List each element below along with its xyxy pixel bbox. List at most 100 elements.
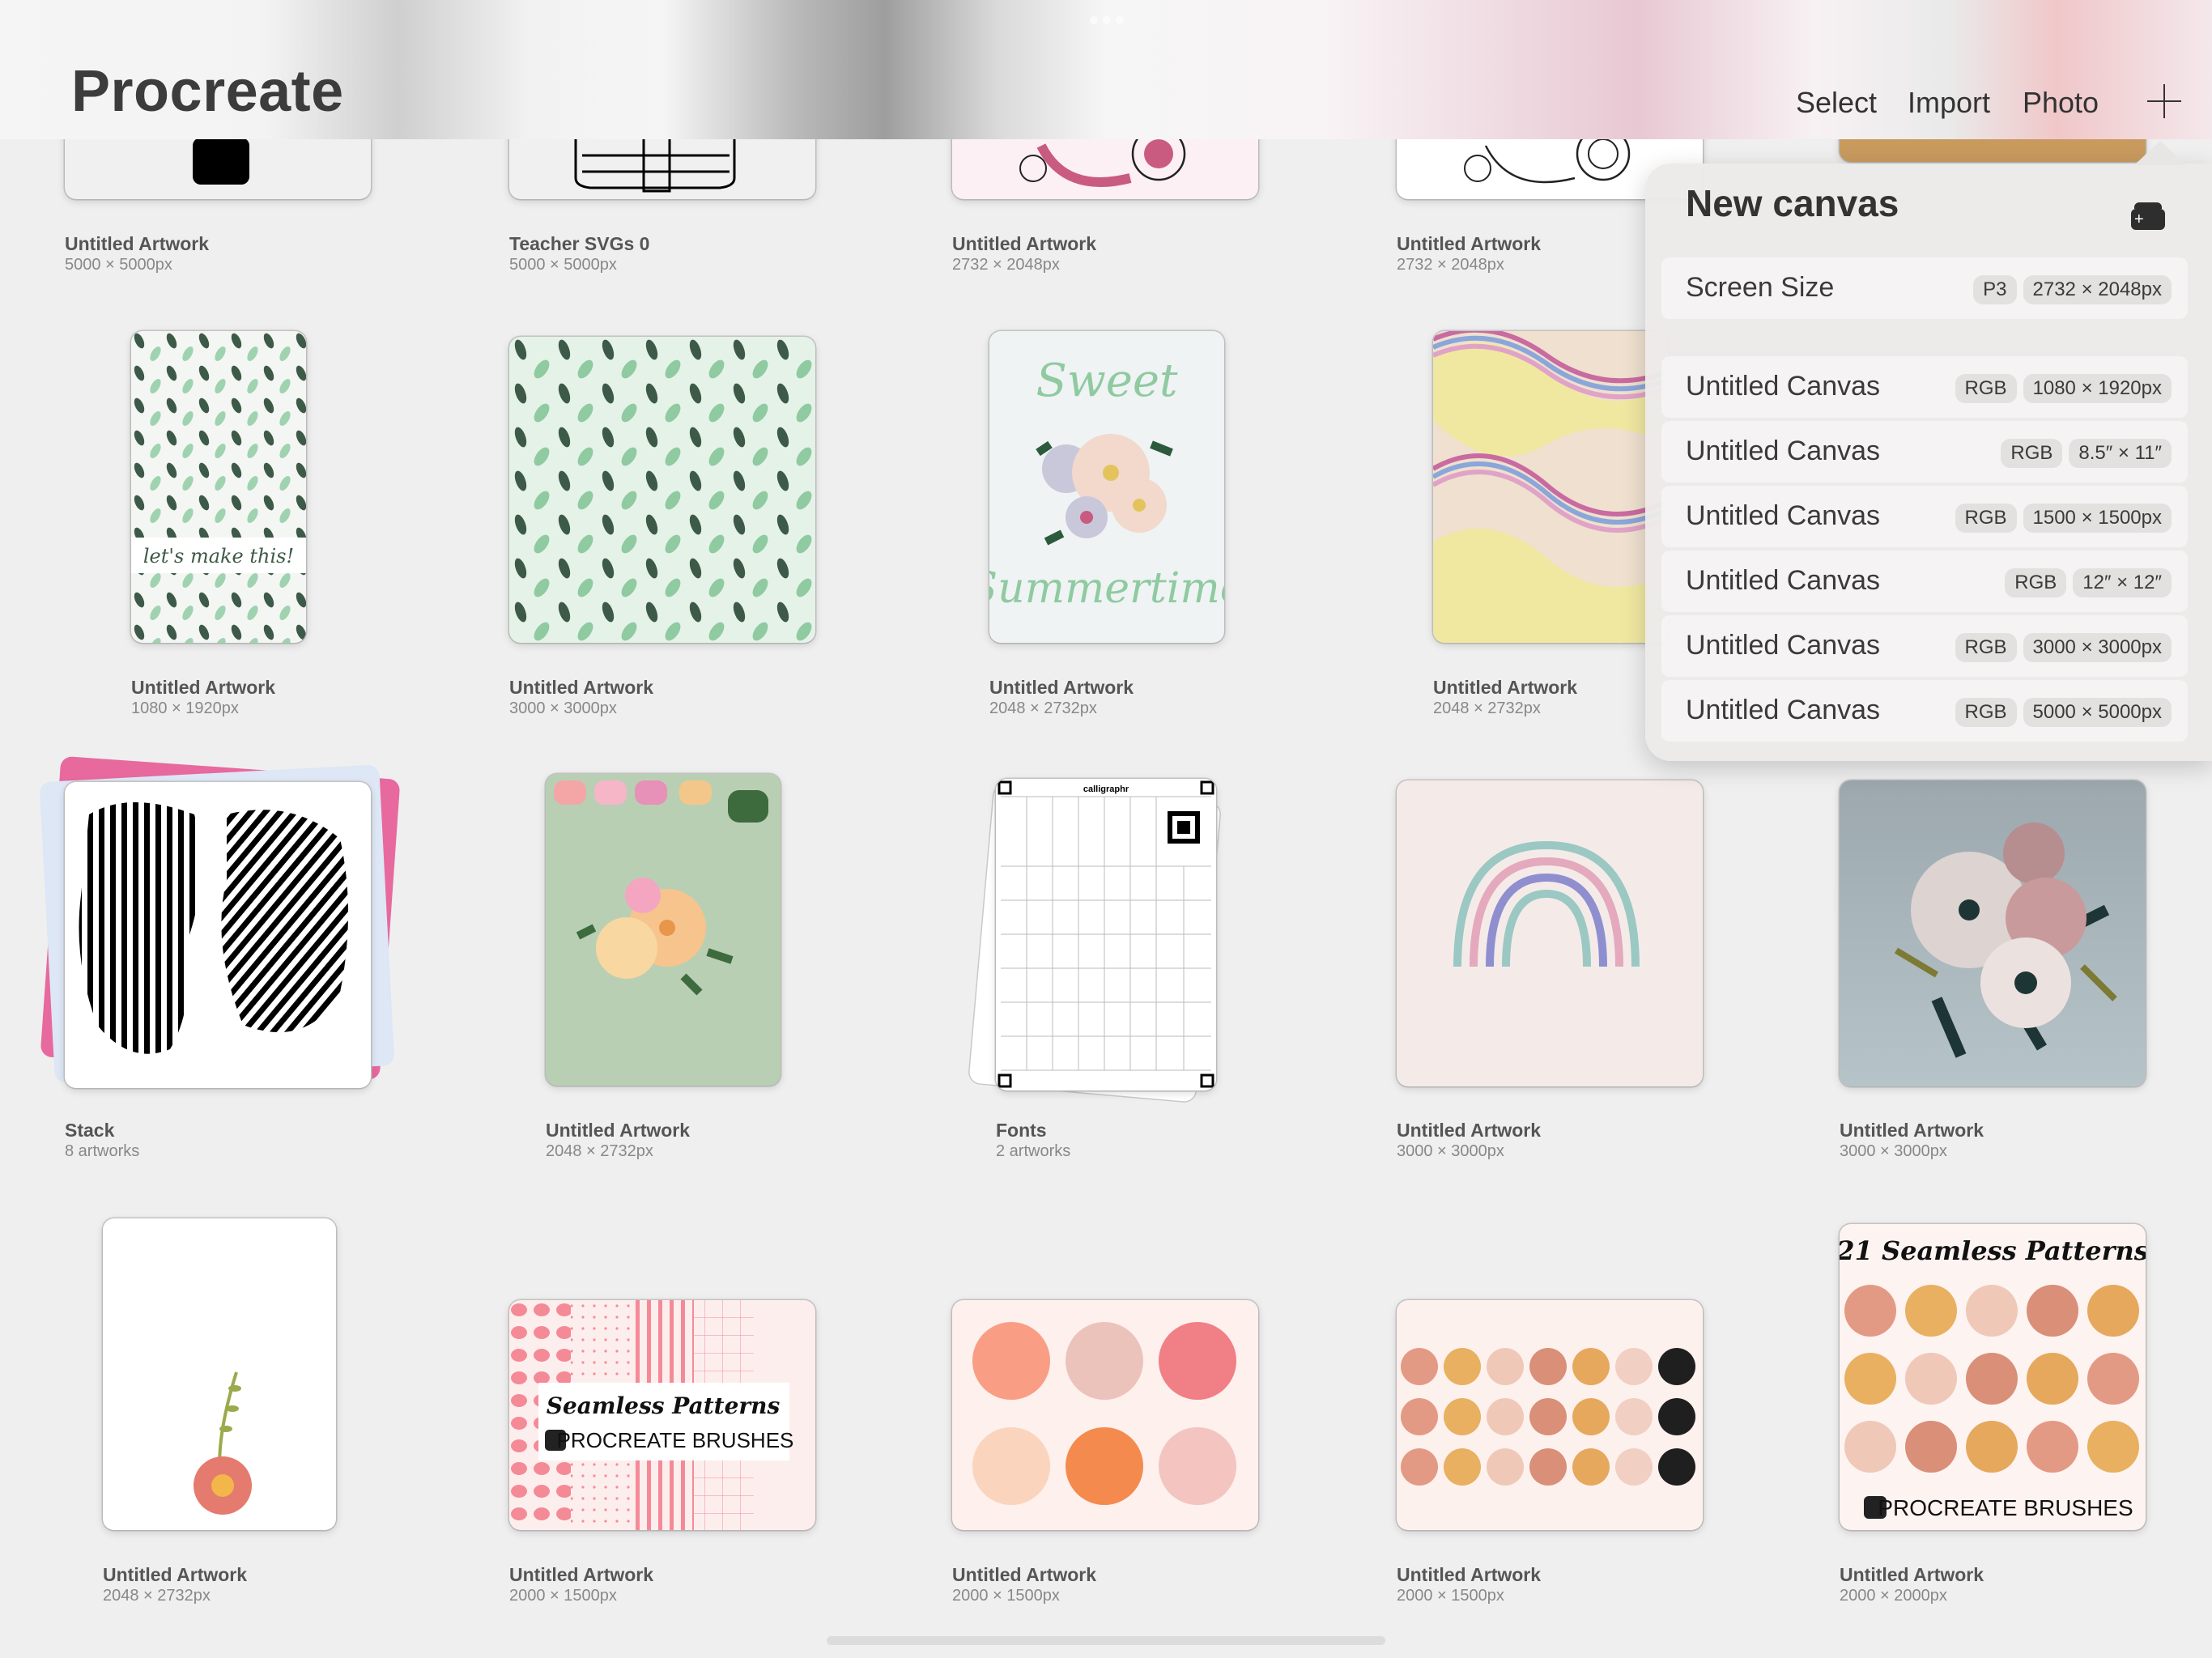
color-profile-tag: RGB — [1955, 698, 2017, 727]
preset-name: Untitled Canvas — [1686, 500, 1881, 531]
preset-name: Untitled Canvas — [1686, 695, 1881, 725]
artwork-thumbnail[interactable]: 21 Seamless Patterns PROCREATE BRUSHES — [1840, 1224, 2146, 1530]
pattern-swatch — [1658, 1348, 1695, 1385]
color-profile-tag: RGB — [1955, 504, 2017, 533]
pattern-swatch — [1487, 1398, 1524, 1435]
pattern-swatch — [1658, 1448, 1695, 1486]
artwork-size: 5000 × 5000px — [509, 256, 617, 274]
size-tag: 8.5″ × 11″ — [2069, 439, 2172, 468]
pattern-swatch — [1905, 1421, 1957, 1473]
artwork-title: Untitled Artwork — [952, 233, 1097, 254]
scroll-indicator[interactable] — [827, 1636, 1385, 1645]
thumbnail-text: calligraphr — [1083, 784, 1129, 794]
pattern-swatch — [1401, 1398, 1438, 1435]
artwork-thumbnail[interactable] — [1397, 780, 1703, 1086]
artwork-title: Teacher SVGs 0 — [509, 233, 650, 254]
artwork-title: Untitled Artwork — [1397, 1564, 1542, 1585]
color-profile-tag: RGB — [2001, 439, 2063, 468]
select-button[interactable]: Select — [1796, 86, 1877, 120]
pattern-swatch — [1844, 1285, 1896, 1337]
artwork-thumbnail[interactable]: let's make this! — [131, 331, 306, 643]
pattern-swatch — [1487, 1448, 1524, 1486]
thumbnail-text: let's make this! — [143, 545, 294, 568]
artwork-thumbnail[interactable] — [546, 774, 781, 1086]
color-profile-tag: RGB — [1955, 374, 2017, 403]
pattern-swatch — [1401, 1348, 1438, 1385]
plus-icon[interactable] — [2147, 84, 2181, 118]
pattern-swatch — [2087, 1285, 2139, 1337]
popover-arrow — [2134, 141, 2186, 165]
artwork-size: 2000 × 2000px — [1840, 1587, 1947, 1605]
canvas-preset[interactable]: Untitled Canvas RGB 8.5″ × 11″ — [1661, 421, 2188, 483]
canvas-preset[interactable]: Untitled Canvas RGB 1080 × 1920px — [1661, 356, 2188, 418]
preset-name: Untitled Canvas — [1686, 371, 1881, 402]
stack-title: Stack — [65, 1120, 115, 1141]
artwork-size: 2000 × 1500px — [509, 1587, 617, 1605]
artwork-thumbnail[interactable]: Sweet Summertime — [989, 331, 1224, 643]
artwork-size: 2000 × 1500px — [952, 1587, 1060, 1605]
canvas-preset[interactable]: Untitled Canvas RGB 5000 × 5000px — [1661, 680, 2188, 742]
thumbnail-text: 21 Seamless Patterns — [1840, 1235, 2146, 1266]
canvas-preset[interactable]: Untitled Canvas RGB 12″ × 12″ — [1661, 551, 2188, 612]
pattern-swatch — [1844, 1353, 1896, 1405]
pattern-swatch — [1529, 1348, 1567, 1385]
pattern-swatch — [1905, 1353, 1957, 1405]
gallery-title: Procreate — [71, 59, 344, 124]
color-profile-tag: RGB — [1955, 633, 2017, 662]
fonts-thumbnail[interactable]: calligraphr — [996, 779, 1216, 1090]
pattern-swatch — [1615, 1398, 1653, 1435]
artwork-size: 2048 × 2732px — [103, 1587, 211, 1605]
thumbnail-text: Sweet — [1036, 355, 1178, 407]
artwork-thumbnail[interactable]: Seamless Patterns PROCREATE BRUSHES — [509, 1300, 815, 1530]
thumbnail-text: Summertime — [989, 564, 1224, 613]
popover-title: New canvas — [1686, 182, 1899, 224]
pattern-swatch — [1487, 1348, 1524, 1385]
artwork-size: 3000 × 3000px — [509, 699, 617, 717]
canvas-preset[interactable]: Untitled Canvas RGB 3000 × 3000px — [1661, 615, 2188, 677]
preset-name: Screen Size — [1686, 272, 1835, 303]
size-tag: 12″ × 12″ — [2073, 568, 2172, 597]
artwork-thumbnail[interactable] — [952, 1300, 1258, 1530]
preset-name: Untitled Canvas — [1686, 436, 1881, 466]
artwork-size: 5000 × 5000px — [65, 256, 172, 274]
new-canvas-stack-icon[interactable]: + — [2131, 202, 2165, 230]
artwork-thumbnail[interactable] — [1840, 780, 2146, 1086]
stack-thumbnail[interactable] — [65, 782, 371, 1088]
artwork-thumbnail[interactable] — [509, 337, 815, 643]
stack-title: Fonts — [996, 1120, 1047, 1141]
artwork-title: Untitled Artwork — [509, 1564, 654, 1585]
size-tag: 5000 × 5000px — [2023, 698, 2172, 727]
artwork-size: 2732 × 2048px — [1397, 256, 1504, 274]
pattern-swatch — [1401, 1448, 1438, 1486]
pattern-swatch — [1444, 1348, 1481, 1385]
size-tag: 1500 × 1500px — [2023, 504, 2172, 533]
canvas-preset-screen-size[interactable]: Screen Size P3 2732 × 2048px — [1661, 257, 2188, 319]
canvas-preset[interactable]: Untitled Canvas RGB 1500 × 1500px — [1661, 486, 2188, 547]
artwork-size: 1080 × 1920px — [131, 699, 239, 717]
pattern-swatch — [1572, 1348, 1610, 1385]
size-tag: 2732 × 2048px — [2023, 275, 2172, 304]
artwork-title: Untitled Artwork — [546, 1120, 691, 1141]
artwork-title: Untitled Artwork — [103, 1564, 248, 1585]
artwork-thumbnail[interactable] — [1433, 331, 1668, 643]
stack-count: 8 artworks — [65, 1142, 140, 1160]
artwork-title: Untitled Artwork — [509, 677, 654, 698]
artwork-thumbnail[interactable] — [103, 1218, 336, 1530]
pattern-swatch — [1444, 1448, 1481, 1486]
pattern-swatch — [1572, 1448, 1610, 1486]
thumbnail-text: PROCREATE BRUSHES — [557, 1428, 794, 1452]
stack-count: 2 artworks — [996, 1142, 1071, 1160]
artwork-thumbnail[interactable] — [1397, 1300, 1703, 1530]
artwork-size: 2048 × 2732px — [546, 1142, 653, 1160]
pattern-swatch — [1444, 1398, 1481, 1435]
multitasking-dots-icon[interactable] — [1090, 16, 1124, 24]
thumbnail-text: PROCREATE BRUSHES — [1878, 1495, 2133, 1520]
pattern-swatch — [1966, 1421, 2018, 1473]
artwork-size: 3000 × 3000px — [1840, 1142, 1947, 1160]
color-profile-tag: P3 — [1973, 275, 2017, 304]
pattern-swatch — [1615, 1348, 1653, 1385]
pattern-swatch — [1966, 1285, 2018, 1337]
import-button[interactable]: Import — [1908, 86, 1990, 120]
photo-button[interactable]: Photo — [2023, 86, 2099, 120]
artwork-size: 2732 × 2048px — [952, 256, 1060, 274]
